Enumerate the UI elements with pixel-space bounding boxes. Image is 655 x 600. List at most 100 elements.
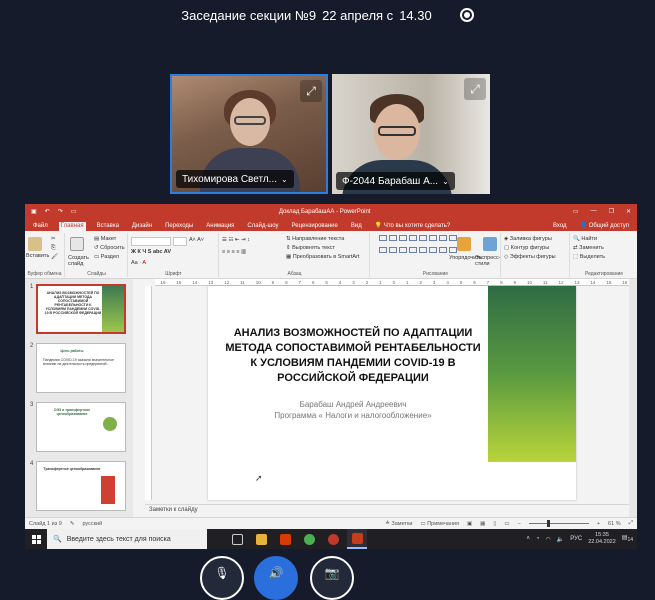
tray-arrow-icon[interactable]: ˄ (526, 536, 530, 542)
slide-thumbnail[interactable]: Цель работы Пандемия COVID-19 оказала зн… (36, 343, 126, 393)
section-button[interactable]: ▭ Раздел (94, 254, 119, 260)
wifi-icon[interactable]: ◠ (545, 536, 550, 543)
expand-icon[interactable]: ⤢ (300, 80, 322, 102)
recorder-icon[interactable] (323, 529, 343, 549)
format-painter-icon[interactable]: 🖌 (51, 254, 58, 260)
new-slide-button[interactable]: Создать слайд (68, 255, 90, 267)
slide-thumbnail[interactable]: ОЭЗ и трансфертное ценообразование (36, 402, 126, 452)
tab-insert[interactable]: Вставка (95, 222, 121, 231)
shape-fill-button[interactable]: ◈ Заливка фигуры (504, 236, 552, 242)
slide-author[interactable]: Барабаш Андрей Андреевич (222, 400, 484, 409)
zoom-level[interactable]: 61 % (608, 521, 621, 527)
cut-icon[interactable]: ✂ (51, 236, 56, 242)
save-icon[interactable]: ▣ (31, 208, 37, 215)
arrange-icon[interactable] (457, 237, 471, 251)
notes-toggle[interactable]: ≙ Заметки (385, 521, 412, 527)
tab-slideshow[interactable]: Слайд-шоу (245, 222, 280, 231)
ribbon-options-icon[interactable]: ▭ (573, 208, 579, 215)
participant-name-tag[interactable]: Ф-2044 Барабаш А... ⌄ (336, 172, 455, 190)
tab-animation[interactable]: Анимация (204, 222, 236, 231)
vertical-scrollbar[interactable] (629, 279, 637, 517)
quick-styles-icon[interactable] (483, 237, 497, 251)
tab-design[interactable]: Дизайн (130, 222, 154, 231)
zoom-in-icon[interactable]: + (597, 521, 600, 527)
layout-button[interactable]: ▤ Макет (94, 236, 116, 242)
reading-view-icon[interactable]: ▯ (493, 521, 496, 527)
paste-icon[interactable] (28, 237, 42, 251)
slide-thumbnail[interactable]: Трансфертное ценообразование (36, 461, 126, 511)
slide-thumbnail[interactable]: АНАЛИЗ ВОЗМОЖНОСТЕЙ ПО АДАПТАЦИИ МЕТОДА … (36, 284, 126, 334)
text-direction-button[interactable]: ⇅ Направление текста (286, 236, 344, 242)
zoom-slider-thumb[interactable] (546, 520, 550, 527)
smartart-button[interactable]: ▦ Преобразовать в SmartArt (286, 254, 359, 260)
shapes-gallery[interactable] (379, 235, 457, 257)
camera-off-icon[interactable]: 📷 (310, 556, 354, 600)
minimize-icon[interactable]: — (591, 208, 597, 215)
font-grow-icon[interactable]: A˄ A˅ (189, 237, 204, 243)
shape-effects-button[interactable]: ◇ Эффекты фигуры (504, 254, 556, 260)
notifications-icon[interactable]: ▤14 (622, 534, 633, 543)
paste-button[interactable]: Вставить (26, 253, 49, 259)
tab-transitions[interactable]: Переходы (163, 222, 195, 231)
comments-toggle[interactable]: ▭ Примечания (420, 521, 459, 527)
copy-icon[interactable]: ⎘ (51, 245, 55, 252)
slide-title[interactable]: АНАЛИЗ ВОЗМОЖНОСТЕЙ ПО АДАПТАЦИИ МЕТОДА … (222, 326, 484, 386)
windows-start-icon[interactable] (25, 529, 47, 549)
tab-file[interactable]: Файл (31, 222, 50, 231)
align-text-button[interactable]: ⇕ Выровнять текст (286, 245, 335, 251)
zoom-out-icon[interactable]: − (518, 521, 521, 527)
chrome-icon[interactable] (299, 529, 319, 549)
taskbar-search[interactable]: 🔍 Введите здесь текст для поиска (47, 529, 207, 549)
fit-slide-icon[interactable]: ⤢ (629, 520, 633, 527)
participant-tile-2[interactable]: ⤢ Ф-2044 Барабаш А... ⌄ (332, 74, 490, 194)
mic-off-icon[interactable]: 🎙 (200, 556, 244, 600)
spellcheck-icon[interactable]: ✎ (70, 521, 75, 527)
redo-icon[interactable]: ↷ (58, 208, 63, 215)
tab-view[interactable]: Вид (349, 222, 364, 231)
powerpoint-taskbar-icon[interactable] (347, 529, 367, 549)
zoom-slider[interactable] (528, 520, 589, 527)
undo-icon[interactable]: ↶ (45, 208, 50, 215)
slide-canvas[interactable]: АНАЛИЗ ВОЗМОЖНОСТЕЙ ПО АДАПТАЦИИ МЕТОДА … (208, 286, 576, 500)
share-button[interactable]: 👤 Общий доступ (578, 221, 631, 231)
align-icons[interactable]: ≡ ≡ ≡ ≡ ▥ (222, 249, 246, 255)
sorter-view-icon[interactable]: ▦ (480, 521, 485, 527)
quick-styles-button[interactable]: Экспресс-стили (475, 255, 501, 267)
arrange-button[interactable]: Упорядочить (449, 255, 482, 261)
tab-review[interactable]: Рецензирование (290, 222, 340, 231)
slide-program[interactable]: Программа « Налоги и налогообложение» (222, 411, 484, 420)
slideshow-view-icon[interactable]: ▭ (504, 521, 509, 527)
close-icon[interactable]: ✕ (626, 208, 631, 215)
signin-link[interactable]: Вход (551, 222, 569, 231)
language-indicator[interactable]: РУС (570, 536, 582, 542)
volume-icon[interactable]: 🔈 (557, 536, 564, 543)
language-status[interactable]: русский (82, 521, 102, 527)
font-color-icon[interactable]: Aa · A (131, 260, 146, 266)
find-button[interactable]: 🔍 Найти (573, 236, 597, 242)
record-icon[interactable] (459, 8, 474, 22)
expand-icon[interactable]: ⤢ (464, 78, 486, 100)
restore-icon[interactable]: ❐ (609, 208, 614, 215)
task-view-icon[interactable] (227, 529, 247, 549)
slide-thumbnails-pane[interactable]: 1 АНАЛИЗ ВОЗМОЖНОСТЕЙ ПО АДАПТАЦИИ МЕТОД… (25, 279, 133, 517)
speaker-icon[interactable]: 🔊 (254, 556, 298, 600)
chevron-down-icon[interactable]: ⌄ (281, 175, 288, 184)
font-size-field[interactable] (173, 237, 187, 246)
tell-me-box[interactable]: 💡 Что вы хотите сделать? (373, 221, 452, 231)
replace-button[interactable]: ⇄ Заменить (573, 245, 604, 251)
network-icon[interactable]: ◔ (536, 536, 540, 542)
file-explorer-icon[interactable] (251, 529, 271, 549)
format-buttons[interactable]: Ж К Ч S abc AV (131, 249, 171, 255)
participant-name-tag[interactable]: Тихомирова Светл... ⌄ (176, 170, 294, 188)
notes-pane[interactable]: Заметки к слайду (145, 504, 629, 516)
chevron-down-icon[interactable]: ⌄ (442, 177, 449, 186)
normal-view-icon[interactable]: ▣ (467, 521, 472, 527)
select-button[interactable]: ⬚ Выделить (573, 254, 605, 260)
list-icons[interactable]: ☰ ☷ ⇤ ⇥ ↕ (222, 237, 250, 243)
shape-outline-button[interactable]: ▢ Контур фигуры (504, 245, 549, 251)
tab-home[interactable]: Главная (58, 222, 86, 231)
taskbar-clock[interactable]: 15:35 22.04.2022 (588, 532, 616, 546)
office-icon[interactable] (275, 529, 295, 549)
font-name-field[interactable] (131, 237, 171, 246)
participant-tile-1[interactable]: ⤢ Тихомирова Светл... ⌄ (170, 74, 328, 194)
